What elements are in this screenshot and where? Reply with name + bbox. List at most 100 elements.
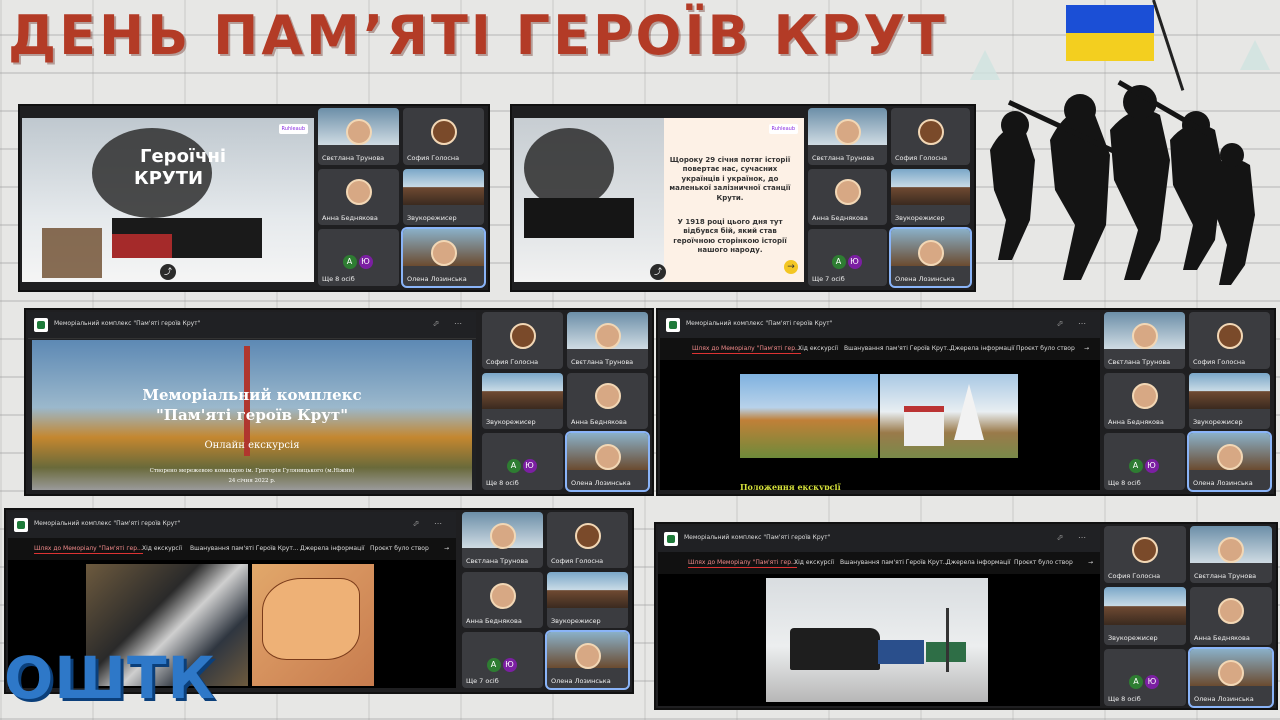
memorial-heading-1: Меморіальний комплекс — [142, 386, 362, 404]
participant-tile[interactable]: Анна Беднякова — [1104, 372, 1185, 430]
participant-tile[interactable]: Свєтлана Трунова — [318, 108, 399, 165]
site-title: Меморіальний комплекс "Пам'яті героїв Кр… — [686, 320, 833, 327]
memorial-heading-2: "Пам'яті героїв Крут" — [155, 406, 349, 424]
participant-tile[interactable]: Анна Беднякова — [462, 572, 543, 628]
slide-paragraph-2: У 1918 році цього дня тут відбувся бій, … — [673, 218, 787, 255]
site-page-train: Меморіальний комплекс "Пам'яті героїв Кр… — [658, 526, 1100, 706]
memorial-photo-left — [740, 374, 878, 458]
nav-tour[interactable]: Хід екскурсії — [142, 545, 182, 552]
nav-honor[interactable]: Вшанування пам'яті Героїв Крут... — [844, 345, 953, 352]
meet-screenshot-6: Меморіальний комплекс "Пам'яті героїв Кр… — [654, 522, 1278, 710]
nav-project[interactable]: Проєкт було створ — [1014, 559, 1073, 566]
participant-tile[interactable]: Анна Беднякова — [808, 168, 887, 226]
slide-history: Щороку 29 січня потяг історії повертає н… — [514, 118, 804, 282]
participant-tile[interactable]: Звукорежисер — [482, 372, 563, 430]
next-arrow-icon[interactable]: → — [784, 260, 798, 274]
nav-more-icon[interactable]: → — [1088, 559, 1093, 566]
memorial-date: 24 січня 2022 р. — [228, 478, 276, 484]
nav-project[interactable]: Проєкт було створ — [370, 545, 429, 552]
participant-tile[interactable]: София Голосна — [547, 512, 628, 568]
site-logo-icon — [14, 518, 28, 532]
participant-tile[interactable]: Свєтлана Трунова — [567, 312, 648, 369]
site-actions-icon[interactable]: ⬀ ⋯ — [433, 319, 468, 328]
nav-sources[interactable]: Джерела інформації — [300, 545, 365, 552]
participant-tile[interactable]: София Голосна — [482, 312, 563, 369]
meet-screenshot-4: Меморіальний комплекс "Пам'яті героїв Кр… — [656, 308, 1276, 496]
nav-tour[interactable]: Хід екскурсії — [794, 559, 834, 566]
participant-tile[interactable]: София Голосна — [403, 108, 484, 165]
slide-title-line2: КРУТИ — [134, 168, 204, 189]
nav-more-icon[interactable]: → — [1084, 345, 1089, 352]
site-nav: Шлях до Меморіалу "Пам'яті гер... Хід ек… — [658, 552, 1100, 574]
more-participants-tile[interactable]: А Ю Ще 7 осіб — [462, 632, 543, 688]
memorial-photo-right — [880, 374, 1018, 458]
participant-tile[interactable]: Свєтлана Трунова — [1190, 526, 1272, 584]
nav-more-icon[interactable]: → — [444, 545, 449, 552]
participant-tile[interactable]: София Голосна — [1189, 312, 1270, 369]
share-icon[interactable]: ⤴ — [650, 264, 666, 280]
site-title: Меморіальний комплекс "Пам'яті героїв Кр… — [34, 520, 181, 527]
participant-tile[interactable]: Звукорежисер — [547, 572, 628, 628]
slide-heroic-kruty: Героїчні КРУТИ Ruhleaub ⤴ — [22, 118, 314, 282]
participant-tile[interactable]: Олена Лозинська — [401, 227, 486, 288]
participant-tile[interactable]: София Голосна — [1104, 526, 1186, 584]
participant-tile[interactable]: Звукорежисер — [1104, 587, 1186, 645]
more-participants-tile[interactable]: А Ю Ще 8 осіб — [318, 229, 399, 286]
more-participants-tile[interactable]: А Ю Ще 8 осіб — [1104, 433, 1185, 490]
nav-tour[interactable]: Хід екскурсії — [798, 345, 838, 352]
tour-caption: Положення екскурсії — [740, 482, 841, 490]
site-nav: Шлях до Меморіалу "Пам'яті гер... Хід ек… — [8, 538, 456, 560]
soldiers-silhouette-icon — [970, 40, 1270, 285]
share-icon[interactable]: ⤴ — [160, 264, 176, 280]
more-participants-tile[interactable]: А Ю Ще 8 осіб — [1104, 648, 1186, 706]
participant-tile[interactable]: Анна Беднякова — [567, 372, 648, 430]
slide-paragraph-1: Щороку 29 січня потяг історії повертає н… — [669, 156, 791, 202]
site-logo-icon — [664, 532, 678, 546]
site-logo-icon — [666, 318, 680, 332]
participant-tile[interactable]: Олена Лозинська — [1188, 646, 1274, 708]
nav-sources[interactable]: Джерела інформації — [946, 559, 1011, 566]
participant-tile[interactable]: Анна Беднякова — [318, 168, 399, 226]
site-actions-icon[interactable]: ⬀ ⋯ — [413, 519, 448, 528]
nav-route[interactable]: Шлях до Меморіалу "Пам'яті гер... — [692, 345, 801, 354]
site-title: Меморіальний комплекс "Пам'яті героїв Кр… — [684, 534, 831, 541]
nav-route[interactable]: Шлях до Меморіалу "Пам'яті гер... — [34, 545, 143, 554]
participant-tile[interactable]: Олена Лозинська — [1187, 431, 1272, 492]
historical-map-photo — [252, 564, 374, 686]
memorial-photo: Меморіальний комплекс "Пам'яті героїв Кр… — [32, 340, 472, 490]
site-page-intro: Меморіальний комплекс "Пам'яті героїв Кр… — [28, 312, 476, 490]
participant-tile[interactable]: Звукорежисер — [403, 168, 484, 226]
participant-tile[interactable]: Свєтлана Трунова — [808, 108, 887, 165]
meet-screenshot-1: Героїчні КРУТИ Ruhleaub ⤴ Свєтлана Труно… — [18, 104, 490, 292]
nav-project[interactable]: Проєкт було створ — [1016, 345, 1075, 352]
brand-badge: Ruhleaub — [768, 124, 798, 134]
nav-honor[interactable]: Вшанування пам'яті Героїв Крут... — [840, 559, 949, 566]
nav-honor[interactable]: Вшанування пам'яті Героїв Крут... — [190, 545, 299, 552]
meet-screenshot-2: Щороку 29 січня потяг історії повертає н… — [510, 104, 976, 292]
participant-tile[interactable]: Анна Беднякова — [1190, 587, 1272, 645]
participant-tile[interactable]: София Голосна — [891, 108, 970, 165]
participant-tile[interactable]: Свєтлана Трунова — [1104, 312, 1185, 369]
nav-sources[interactable]: Джерела інформації — [950, 345, 1015, 352]
site-title: Меморіальний комплекс "Пам'яті героїв Кр… — [54, 320, 201, 327]
participant-tile[interactable]: Свєтлана Трунова — [462, 512, 543, 568]
site-logo-icon — [34, 318, 48, 332]
participant-tile[interactable]: Олена Лозинська — [565, 431, 650, 492]
more-participants-tile[interactable]: А Ю Ще 8 осіб — [482, 433, 563, 490]
participant-tile[interactable]: Олена Лозинська — [545, 630, 630, 690]
school-logo: ОШТК — [4, 644, 216, 712]
site-actions-icon[interactable]: ⬀ ⋯ — [1057, 533, 1092, 542]
nav-route[interactable]: Шлях до Меморіалу "Пам'яті гер... — [688, 559, 797, 568]
participant-tile[interactable]: Звукорежисер — [891, 168, 970, 226]
more-participants-tile[interactable]: А Ю Ще 7 осіб — [808, 229, 887, 286]
site-nav: Шлях до Меморіалу "Пам'яті гер... Хід ек… — [660, 338, 1100, 360]
train-station-photo — [766, 578, 988, 702]
participant-tile[interactable]: Олена Лозинська — [889, 227, 972, 288]
page-title: ДЕНЬ ПАМ’ЯТІ ГЕРОЇВ КРУТ — [8, 4, 948, 67]
memorial-subheading: Онлайн екскурсія — [204, 440, 300, 451]
site-actions-icon[interactable]: ⬀ ⋯ — [1057, 319, 1092, 328]
participant-tile[interactable]: Звукорежисер — [1189, 372, 1270, 430]
brand-badge: Ruhleaub — [278, 124, 308, 134]
site-page-route: Меморіальний комплекс "Пам'яті героїв Кр… — [660, 312, 1100, 490]
memorial-credit: Створено мережевою командою ім. Григорія… — [149, 468, 355, 474]
